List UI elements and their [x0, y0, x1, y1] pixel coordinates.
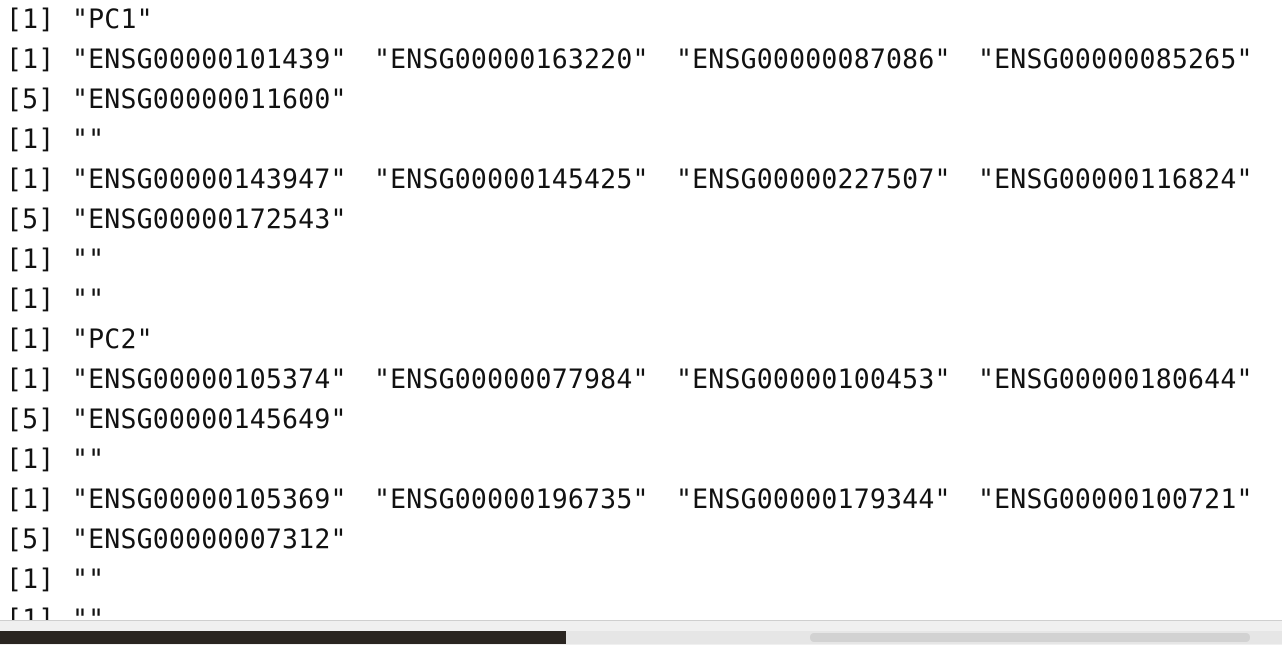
vector-element: "ENSG00000085265": [978, 44, 1253, 75]
console-line: [5] "ENSG00000011600": [6, 80, 374, 120]
vector-element: "ENSG00000179344": [676, 484, 951, 515]
horizontal-scrollbar-thumb[interactable]: [810, 633, 1250, 642]
console-line: [5] "ENSG00000007312": [6, 520, 374, 560]
vector-index: [1]: [6, 4, 55, 35]
desktop-background-strip: [0, 631, 566, 644]
vector-element: "ENSG00000145649": [72, 404, 347, 435]
console-line: [1] "": [6, 240, 374, 280]
console-line: [1] "ENSG00000105374" "ENSG00000077984" "EN…: [6, 360, 1280, 400]
vector-index: [5]: [6, 204, 55, 235]
vector-element: "ENSG00000105374": [72, 364, 347, 395]
vector-element: "": [72, 244, 105, 275]
vector-element: "": [72, 604, 105, 620]
vector-index: [5]: [6, 404, 55, 435]
vector-element: "": [72, 124, 105, 155]
vector-element: "": [72, 444, 105, 475]
vector-index: [1]: [6, 444, 55, 475]
vector-index: [1]: [6, 164, 55, 195]
console-line: [5] "ENSG00000145649": [6, 400, 374, 440]
vector-element: "ENSG00000227507": [676, 164, 951, 195]
vector-element: "ENSG00000077984": [374, 364, 649, 395]
vector-element: "ENSG00000087086": [676, 44, 951, 75]
console-line: [1] "ENSG00000101439" "ENSG00000163220" "EN…: [6, 40, 1280, 80]
vector-element: "ENSG00000116824": [978, 164, 1253, 195]
r-console-output[interactable]: [1] "PC1" [1] "ENSG00000101439" "ENSG000001…: [0, 0, 1282, 620]
vector-element: "ENSG00000101439": [72, 44, 347, 75]
vector-element: "ENSG00000100721": [978, 484, 1253, 515]
vector-element: "ENSG00000143947": [72, 164, 347, 195]
console-line: [1] "": [6, 600, 374, 620]
console-line: [1] "PC2": [6, 320, 374, 360]
console-line: [1] "": [6, 560, 374, 600]
vector-index: [1]: [6, 244, 55, 275]
vector-element: "PC1": [72, 4, 153, 35]
vector-index: [5]: [6, 524, 55, 555]
vector-element: "ENSG00000163220": [374, 44, 649, 75]
console-line: [1] "ENSG00000143947" "ENSG00000145425" "EN…: [6, 160, 1280, 200]
vector-element: "": [72, 564, 105, 595]
vector-index: [1]: [6, 44, 55, 75]
console-line: [1] "PC1": [6, 0, 374, 40]
vector-index: [1]: [6, 484, 55, 515]
vector-element: "ENSG00000100453": [676, 364, 951, 395]
vector-index: [1]: [6, 324, 55, 355]
vector-index: [1]: [6, 604, 55, 620]
console-line: [1] "ENSG00000105369" "ENSG00000196735" "EN…: [6, 480, 1280, 520]
vector-element: "ENSG00000007312": [72, 524, 347, 555]
console-line: [1] "": [6, 280, 374, 320]
console-line: [5] "ENSG00000172543": [6, 200, 374, 240]
vector-element: "PC2": [72, 324, 153, 355]
vector-element: "ENSG00000145425": [374, 164, 649, 195]
vector-element: "ENSG00000105369": [72, 484, 347, 515]
vector-element: "ENSG00000011600": [72, 84, 347, 115]
vector-element: "ENSG00000180644": [978, 364, 1253, 395]
vector-element: "": [72, 284, 105, 315]
vector-index: [1]: [6, 564, 55, 595]
vector-element: "ENSG00000196735": [374, 484, 649, 515]
vector-index: [1]: [6, 124, 55, 155]
vector-element: "ENSG00000172543": [72, 204, 347, 235]
vector-index: [1]: [6, 284, 55, 315]
vector-index: [1]: [6, 364, 55, 395]
vector-index: [5]: [6, 84, 55, 115]
console-line: [1] "": [6, 440, 374, 480]
console-line: [1] "": [6, 120, 374, 160]
